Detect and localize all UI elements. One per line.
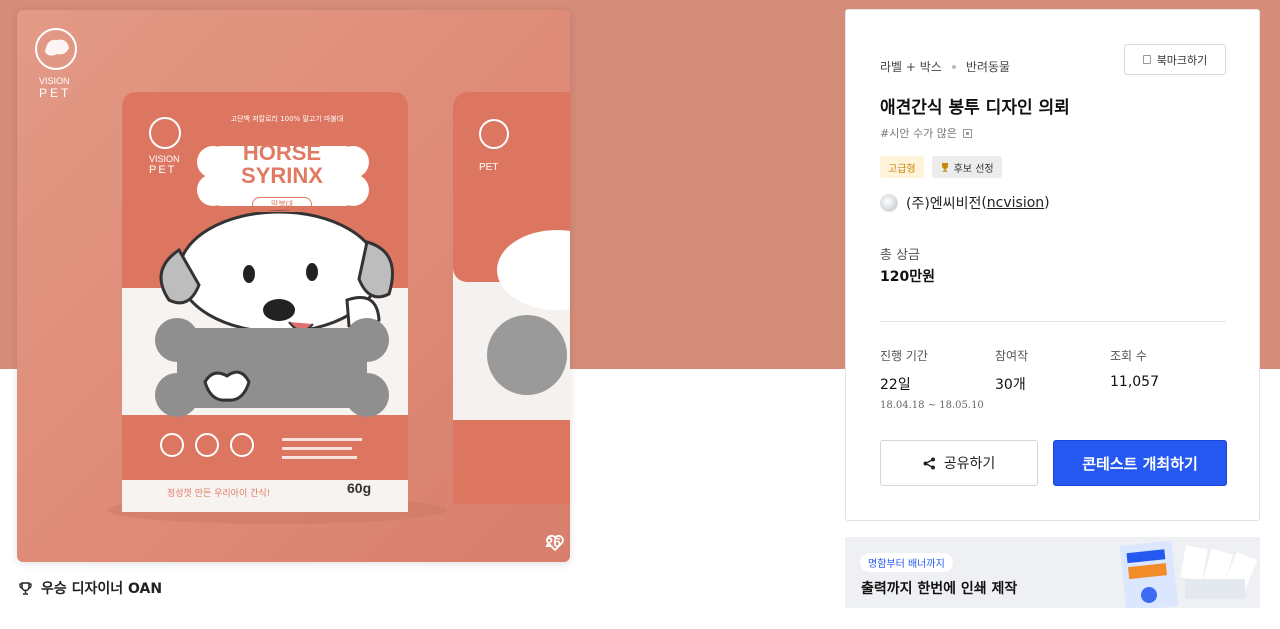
share-button[interactable]: 공유하기	[880, 440, 1038, 486]
breadcrumb-subcategory[interactable]: 반려동물	[966, 58, 1010, 75]
secondary-pouch: PET	[453, 92, 570, 504]
banner-illustration	[1119, 540, 1258, 608]
package-handwritten: 정성껏 만든 우리아이 간식!	[167, 489, 271, 499]
package-title-1: HORSE	[242, 140, 322, 165]
qr-icon	[963, 129, 973, 138]
package-title-2: SYRINX	[241, 163, 323, 189]
winner-label: 우승 디자이너 OAN	[41, 581, 163, 597]
breadcrumb-separator	[951, 64, 956, 69]
product-image[interactable]: VISION PET PET VISION PET HORSE SYRINX 말…	[17, 10, 570, 562]
period-dates: 18.04.18 ~ 18.05.10	[880, 400, 984, 411]
bookmark-icon	[1142, 55, 1151, 64]
svg-text:PET: PET	[479, 162, 498, 173]
contest-tags: #시안 수가 많은	[880, 125, 973, 141]
svg-text:VISION: VISION	[149, 154, 180, 164]
entries-value: 30개	[995, 377, 1026, 393]
host-info: (주)엔씨비전 (ncvision)	[880, 193, 1050, 213]
host-avatar	[880, 194, 898, 212]
bookmark-button[interactable]: 북마크하기	[1124, 44, 1226, 75]
package-weight: 60g	[347, 480, 372, 496]
print-ad-banner[interactable]: 명함부터 배너까지 출력까지 한번에 인쇄 제작	[845, 537, 1260, 608]
svg-text:VISION: VISION	[39, 76, 70, 86]
contest-tags-text: #시안 수가 많은	[880, 127, 957, 140]
premium-badge: 고급형	[880, 156, 924, 178]
badge-group: 고급형 후보 선정	[880, 156, 1002, 178]
contest-title: 애견간식 봉투 디자인 의뢰	[880, 98, 1070, 118]
host-id-link[interactable]: ncvision	[987, 195, 1044, 211]
trophy-icon	[19, 581, 32, 595]
host-name: (주)엔씨비전	[906, 196, 982, 212]
svg-text:PET: PET	[39, 86, 71, 100]
heart-icon	[546, 534, 565, 551]
banner-pill: 명함부터 배너까지	[860, 553, 953, 572]
breadcrumb-category[interactable]: 라벨 + 박스	[880, 58, 942, 75]
package-subtitle: 말불대	[252, 197, 312, 212]
winner-designer: 우승 디자이너 OAN	[18, 578, 162, 598]
stat-views: 조회 수 11,057	[1110, 347, 1159, 390]
host-contest-button[interactable]: 콘테스트 개최하기	[1053, 440, 1227, 486]
views-label: 조회 수	[1110, 349, 1147, 363]
candidate-badge-label: 후보 선정	[953, 163, 994, 175]
bookmark-label: 북마크하기	[1156, 53, 1208, 67]
prize-value: 120만원	[880, 269, 935, 285]
divider	[880, 321, 1226, 322]
share-icon	[923, 457, 935, 469]
stat-entries: 참여작 30개	[995, 347, 1028, 394]
package-illustration: VISION PET PET VISION PET	[35, 28, 570, 524]
banner-text: 출력까지 한번에 인쇄 제작	[861, 581, 1018, 597]
like-button[interactable]: 26	[545, 534, 565, 551]
prize-label: 총 상금	[880, 248, 921, 263]
contest-info-card: 라벨 + 박스 반려동물 북마크하기 애견간식 봉투 디자인 의뢰 #시안 수가…	[845, 9, 1260, 521]
candidate-badge: 후보 선정	[931, 156, 1002, 178]
package-top-text: 고단백 저칼로리 100% 말고기 마불대	[230, 115, 344, 123]
svg-text:PET: PET	[149, 164, 176, 176]
views-value: 11,057	[1110, 374, 1159, 390]
period-label: 진행 기간	[880, 349, 928, 363]
stat-period: 진행 기간 22일 18.04.18 ~ 18.05.10	[880, 347, 984, 411]
entries-label: 참여작	[995, 349, 1029, 363]
period-value: 22일	[880, 377, 911, 393]
share-label: 공유하기	[943, 456, 996, 472]
breadcrumb: 라벨 + 박스 반려동물	[880, 58, 1010, 75]
vision-pet-logo-icon	[35, 28, 77, 70]
grey-bone	[155, 318, 389, 417]
trophy-small-icon	[941, 163, 948, 172]
